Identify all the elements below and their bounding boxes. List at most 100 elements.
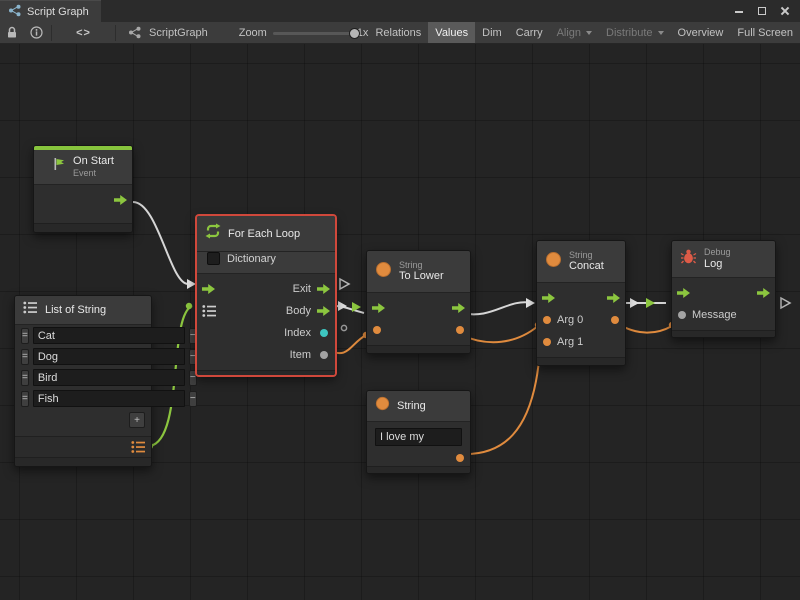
list-item-field[interactable] [33, 369, 185, 386]
exit-output-port[interactable] [317, 284, 330, 294]
chevron-down-icon [586, 31, 592, 35]
arg1-port-label: Arg 1 [557, 336, 583, 348]
list-item-field[interactable] [33, 348, 185, 365]
list-item-field[interactable] [33, 390, 185, 407]
zoom-slider[interactable] [273, 26, 351, 40]
index-port-label: Index [284, 327, 311, 339]
item-output-port[interactable] [320, 351, 328, 359]
overview-button[interactable]: Overview [671, 22, 731, 43]
arg0-input-port[interactable] [543, 316, 551, 324]
minimize-icon[interactable] [732, 4, 746, 18]
wire-onstart-foreach[interactable] [133, 202, 188, 284]
flow-input-port[interactable] [677, 288, 690, 298]
wire-tolower-arg0[interactable] [461, 326, 538, 342]
dim-button[interactable]: Dim [475, 22, 509, 43]
values-button[interactable]: Values [428, 22, 475, 43]
list-output-port[interactable] [131, 441, 146, 454]
toolbar-divider [115, 25, 116, 41]
flow-output-port[interactable] [757, 288, 770, 298]
flow-output-port[interactable] [452, 303, 465, 313]
chevron-down-icon [658, 31, 664, 35]
node-title: List of String [45, 304, 106, 316]
dictionary-checkbox[interactable] [207, 252, 220, 265]
port-row: Item [197, 344, 335, 366]
graph-name-label[interactable]: ScriptGraph [147, 22, 215, 43]
window-titlebar: Script Graph [0, 0, 800, 22]
add-item-button[interactable]: + [129, 412, 145, 428]
remove-item-button[interactable]: − [189, 391, 197, 407]
zoom-slider-handle[interactable] [349, 28, 360, 39]
node-string-literal[interactable]: String [366, 390, 471, 474]
string-output-port[interactable] [456, 326, 464, 334]
list-item-row: = − [15, 325, 151, 346]
list-input-port[interactable] [202, 305, 217, 318]
list-item-field[interactable] [33, 327, 185, 344]
graph-toolbar: <> ScriptGraph Zoom 1x Relations Values … [0, 22, 800, 44]
drag-handle-icon[interactable]: = [21, 328, 29, 344]
list-icon [23, 301, 38, 319]
list-item-row: = − [15, 346, 151, 367]
node-category: Debug [704, 247, 731, 258]
node-category: String [399, 260, 444, 271]
node-title: On Start [73, 155, 114, 168]
dictionary-label: Dictionary [227, 253, 276, 265]
body-output-port[interactable] [317, 306, 330, 316]
node-footer [15, 457, 151, 466]
tab-script-graph[interactable]: Script Graph [0, 0, 101, 22]
maximize-icon[interactable] [755, 4, 769, 18]
item-port-label: Item [290, 349, 311, 361]
node-category: String [569, 250, 604, 261]
close-icon[interactable] [778, 4, 792, 18]
drag-handle-icon[interactable]: = [21, 370, 29, 386]
relations-button[interactable]: Relations [368, 22, 428, 43]
info-icon[interactable] [24, 22, 49, 43]
result-output-port[interactable] [611, 316, 619, 324]
flow-input-port[interactable] [202, 284, 215, 294]
toolbar-divider [51, 25, 52, 41]
log-exit-unconnected-marker[interactable] [781, 298, 790, 308]
message-input-port[interactable] [678, 311, 686, 319]
lock-icon[interactable] [0, 22, 24, 43]
flow-input-port[interactable] [542, 293, 555, 303]
wire-tolower-concat[interactable] [462, 302, 532, 314]
drag-handle-icon[interactable]: = [21, 391, 29, 407]
wire-concat-message[interactable] [620, 325, 672, 333]
drag-handle-icon[interactable]: = [21, 349, 29, 365]
port-row: Arg 0 [537, 309, 625, 331]
zoom-slider-track[interactable] [273, 32, 351, 35]
string-input-port[interactable] [373, 326, 381, 334]
node-footer [367, 466, 470, 473]
node-title: String [397, 400, 426, 412]
exit-port-label: Exit [293, 283, 311, 295]
node-on-start[interactable]: On Start Event [33, 145, 133, 233]
node-footer [34, 223, 132, 232]
align-dropdown[interactable]: Align [550, 22, 599, 43]
index-output-port[interactable] [320, 329, 328, 337]
node-to-lower[interactable]: String To Lower [366, 250, 471, 354]
graph-canvas[interactable]: On Start Event List of String [0, 44, 800, 600]
node-concat[interactable]: String Concat Arg 0 [536, 240, 626, 366]
body-port-label: Body [286, 305, 311, 317]
string-output-port[interactable] [456, 454, 464, 462]
node-for-each-loop[interactable]: For Each Loop Dictionary Exit [196, 215, 336, 376]
arg1-input-port[interactable] [543, 338, 551, 346]
node-list-of-string[interactable]: List of String = − = − = − = − [14, 295, 152, 467]
node-debug-log[interactable]: Debug Log Message [671, 240, 776, 338]
flow-output-port[interactable] [607, 293, 620, 303]
trigger-output-port[interactable] [114, 195, 127, 205]
string-value-field[interactable] [375, 428, 462, 446]
carry-button[interactable]: Carry [509, 22, 550, 43]
node-title: To Lower [399, 270, 444, 283]
script-graph-icon [8, 4, 21, 20]
code-view-button[interactable]: <> [54, 22, 113, 43]
node-footer [537, 357, 625, 365]
fullscreen-button[interactable]: Full Screen [730, 22, 800, 43]
distribute-dropdown[interactable]: Distribute [599, 22, 670, 43]
index-unconnected-marker[interactable] [341, 325, 346, 330]
port-row: Message [672, 304, 775, 326]
zoom-label: Zoom [239, 27, 267, 39]
flow-input-port[interactable] [372, 303, 385, 313]
exit-unconnected-marker[interactable] [340, 279, 349, 289]
list-item-row: = − [15, 367, 151, 388]
wire-literal-arg1[interactable] [460, 349, 540, 454]
